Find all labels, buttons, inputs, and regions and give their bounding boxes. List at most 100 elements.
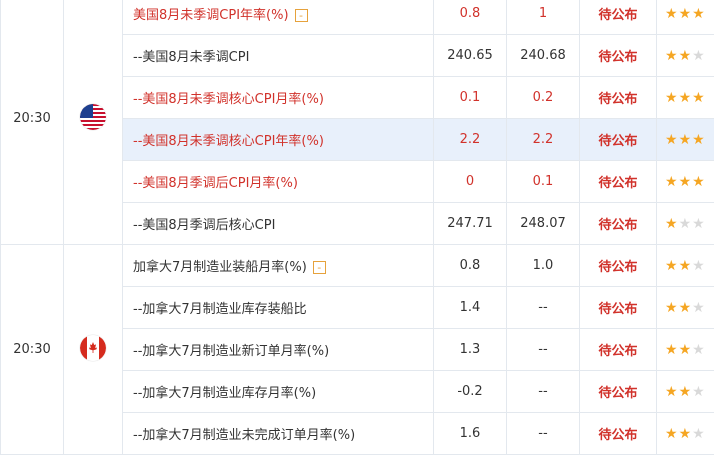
star-icon: ★ bbox=[678, 89, 692, 106]
star-icon: ★ bbox=[665, 131, 678, 148]
indicator-name[interactable]: --美国8月季调后CPI月率(%) bbox=[133, 176, 298, 191]
forecast-value: 1 bbox=[506, 0, 580, 35]
star-icon: ★ bbox=[692, 89, 705, 106]
previous-value: 1.3 bbox=[433, 328, 507, 371]
status-badge: 待公布 bbox=[579, 118, 657, 161]
star-icon: ★ bbox=[692, 341, 705, 358]
previous-value: 0 bbox=[433, 160, 507, 203]
forecast-value: -- bbox=[506, 328, 580, 371]
importance-rating: ★★★ bbox=[656, 0, 714, 35]
forecast-value: -- bbox=[506, 370, 580, 413]
indicator-name[interactable]: --美国8月未季调核心CPI年率(%) bbox=[133, 134, 324, 149]
previous-value: 0.8 bbox=[433, 244, 507, 287]
canada-flag-icon bbox=[80, 334, 106, 361]
star-icon: ★ bbox=[678, 173, 692, 190]
economic-calendar-table: 20:30 美国8月未季调CPI年率(%) -0.8 1 待公布 ★★★ --美国8月未季调… bbox=[0, 0, 714, 455]
star-icon: ★ bbox=[692, 215, 705, 232]
us-flag-icon bbox=[80, 103, 106, 130]
star-icon: ★ bbox=[692, 299, 705, 316]
star-icon: ★ bbox=[678, 215, 692, 232]
star-icon: ★ bbox=[665, 173, 678, 190]
table-row[interactable]: 20:30 美国8月未季调CPI年率(%) -0.8 1 待公布 ★★★ bbox=[0, 0, 714, 245]
forecast-value: 0.2 bbox=[506, 76, 580, 119]
star-icon: ★ bbox=[678, 47, 692, 64]
indicator-name[interactable]: 加拿大7月制造业装船月率(%) bbox=[133, 260, 307, 275]
forecast-value: -- bbox=[506, 286, 580, 329]
importance-rating: ★★★ bbox=[656, 76, 714, 119]
indicator-name-cell[interactable]: --加拿大7月制造业新订单月率(%) bbox=[122, 328, 434, 371]
status-badge: 待公布 bbox=[579, 34, 657, 77]
indicator-name[interactable]: --美国8月季调后核心CPI bbox=[133, 218, 275, 233]
forecast-value: 2.2 bbox=[506, 118, 580, 161]
importance-rating: ★★★ bbox=[656, 34, 714, 77]
status-badge: 待公布 bbox=[579, 286, 657, 329]
importance-rating: ★★★ bbox=[656, 370, 714, 413]
indicator-name-cell[interactable]: --美国8月未季调核心CPI月率(%) bbox=[122, 76, 434, 119]
forecast-value: 0.1 bbox=[506, 160, 580, 203]
star-icon: ★ bbox=[665, 89, 678, 106]
status-badge: 待公布 bbox=[579, 160, 657, 203]
country-flag-cell bbox=[63, 244, 123, 455]
importance-rating: ★★★ bbox=[656, 160, 714, 203]
importance-rating: ★★★ bbox=[656, 286, 714, 329]
indicator-name[interactable]: 美国8月未季调CPI年率(%) bbox=[133, 8, 289, 23]
star-icon: ★ bbox=[665, 257, 678, 274]
star-icon: ★ bbox=[665, 215, 678, 232]
status-badge: 待公布 bbox=[579, 370, 657, 413]
forecast-value: -- bbox=[506, 412, 580, 455]
indicator-name[interactable]: --加拿大7月制造业库存月率(%) bbox=[133, 386, 316, 401]
star-icon: ★ bbox=[678, 5, 692, 22]
star-icon: ★ bbox=[692, 173, 705, 190]
star-icon: ★ bbox=[665, 5, 678, 22]
star-icon: ★ bbox=[678, 425, 692, 442]
table-row[interactable]: 20:30 加拿大7月制造业装船月率(%) -0.8 1.0 待公布 ★★★ bbox=[0, 244, 714, 455]
collapse-toggle-icon[interactable]: - bbox=[312, 261, 326, 274]
country-flag-cell bbox=[63, 0, 123, 245]
previous-value: 0.8 bbox=[433, 0, 507, 35]
star-icon: ★ bbox=[692, 383, 705, 400]
indicator-name[interactable]: --加拿大7月制造业新订单月率(%) bbox=[133, 344, 329, 359]
indicator-name-cell[interactable]: --美国8月未季调核心CPI年率(%) bbox=[122, 118, 434, 161]
status-badge: 待公布 bbox=[579, 412, 657, 455]
star-icon: ★ bbox=[692, 425, 705, 442]
indicator-name-cell[interactable]: --美国8月季调后核心CPI bbox=[122, 202, 434, 245]
importance-rating: ★★★ bbox=[656, 412, 714, 455]
collapse-toggle-icon[interactable]: - bbox=[294, 9, 308, 22]
star-icon: ★ bbox=[665, 341, 678, 358]
star-icon: ★ bbox=[678, 257, 692, 274]
indicator-name-cell[interactable]: --加拿大7月制造业库存月率(%) bbox=[122, 370, 434, 413]
indicator-name-cell[interactable]: --美国8月未季调CPI bbox=[122, 34, 434, 77]
indicator-name[interactable]: --加拿大7月制造业未完成订单月率(%) bbox=[133, 428, 355, 443]
star-icon: ★ bbox=[678, 383, 692, 400]
star-icon: ★ bbox=[678, 131, 692, 148]
importance-rating: ★★★ bbox=[656, 202, 714, 245]
previous-value: 1.4 bbox=[433, 286, 507, 329]
indicator-name[interactable]: --加拿大7月制造业库存装船比 bbox=[133, 302, 307, 317]
star-icon: ★ bbox=[692, 257, 705, 274]
previous-value: 1.6 bbox=[433, 412, 507, 455]
status-badge: 待公布 bbox=[579, 244, 657, 287]
importance-rating: ★★★ bbox=[656, 328, 714, 371]
indicator-name-cell[interactable]: --加拿大7月制造业库存装船比 bbox=[122, 286, 434, 329]
indicator-name-cell[interactable]: --美国8月季调后CPI月率(%) bbox=[122, 160, 434, 203]
indicator-name-cell[interactable]: 加拿大7月制造业装船月率(%) - bbox=[122, 244, 434, 287]
status-badge: 待公布 bbox=[579, 0, 657, 35]
indicator-name[interactable]: --美国8月未季调CPI bbox=[133, 50, 249, 65]
previous-value: 0.1 bbox=[433, 76, 507, 119]
star-icon: ★ bbox=[665, 47, 678, 64]
indicator-name-cell[interactable]: --加拿大7月制造业未完成订单月率(%) bbox=[122, 412, 434, 455]
indicator-name-cell[interactable]: 美国8月未季调CPI年率(%) - bbox=[122, 0, 434, 35]
star-icon: ★ bbox=[678, 299, 692, 316]
importance-rating: ★★★ bbox=[656, 244, 714, 287]
forecast-value: 1.0 bbox=[506, 244, 580, 287]
star-icon: ★ bbox=[692, 47, 705, 64]
star-icon: ★ bbox=[692, 131, 705, 148]
status-badge: 待公布 bbox=[579, 202, 657, 245]
event-time: 20:30 bbox=[0, 244, 64, 455]
event-time: 20:30 bbox=[0, 0, 64, 245]
indicator-name[interactable]: --美国8月未季调核心CPI月率(%) bbox=[133, 92, 324, 107]
forecast-value: 240.68 bbox=[506, 34, 580, 77]
star-icon: ★ bbox=[665, 299, 678, 316]
forecast-value: 248.07 bbox=[506, 202, 580, 245]
previous-value: 2.2 bbox=[433, 118, 507, 161]
